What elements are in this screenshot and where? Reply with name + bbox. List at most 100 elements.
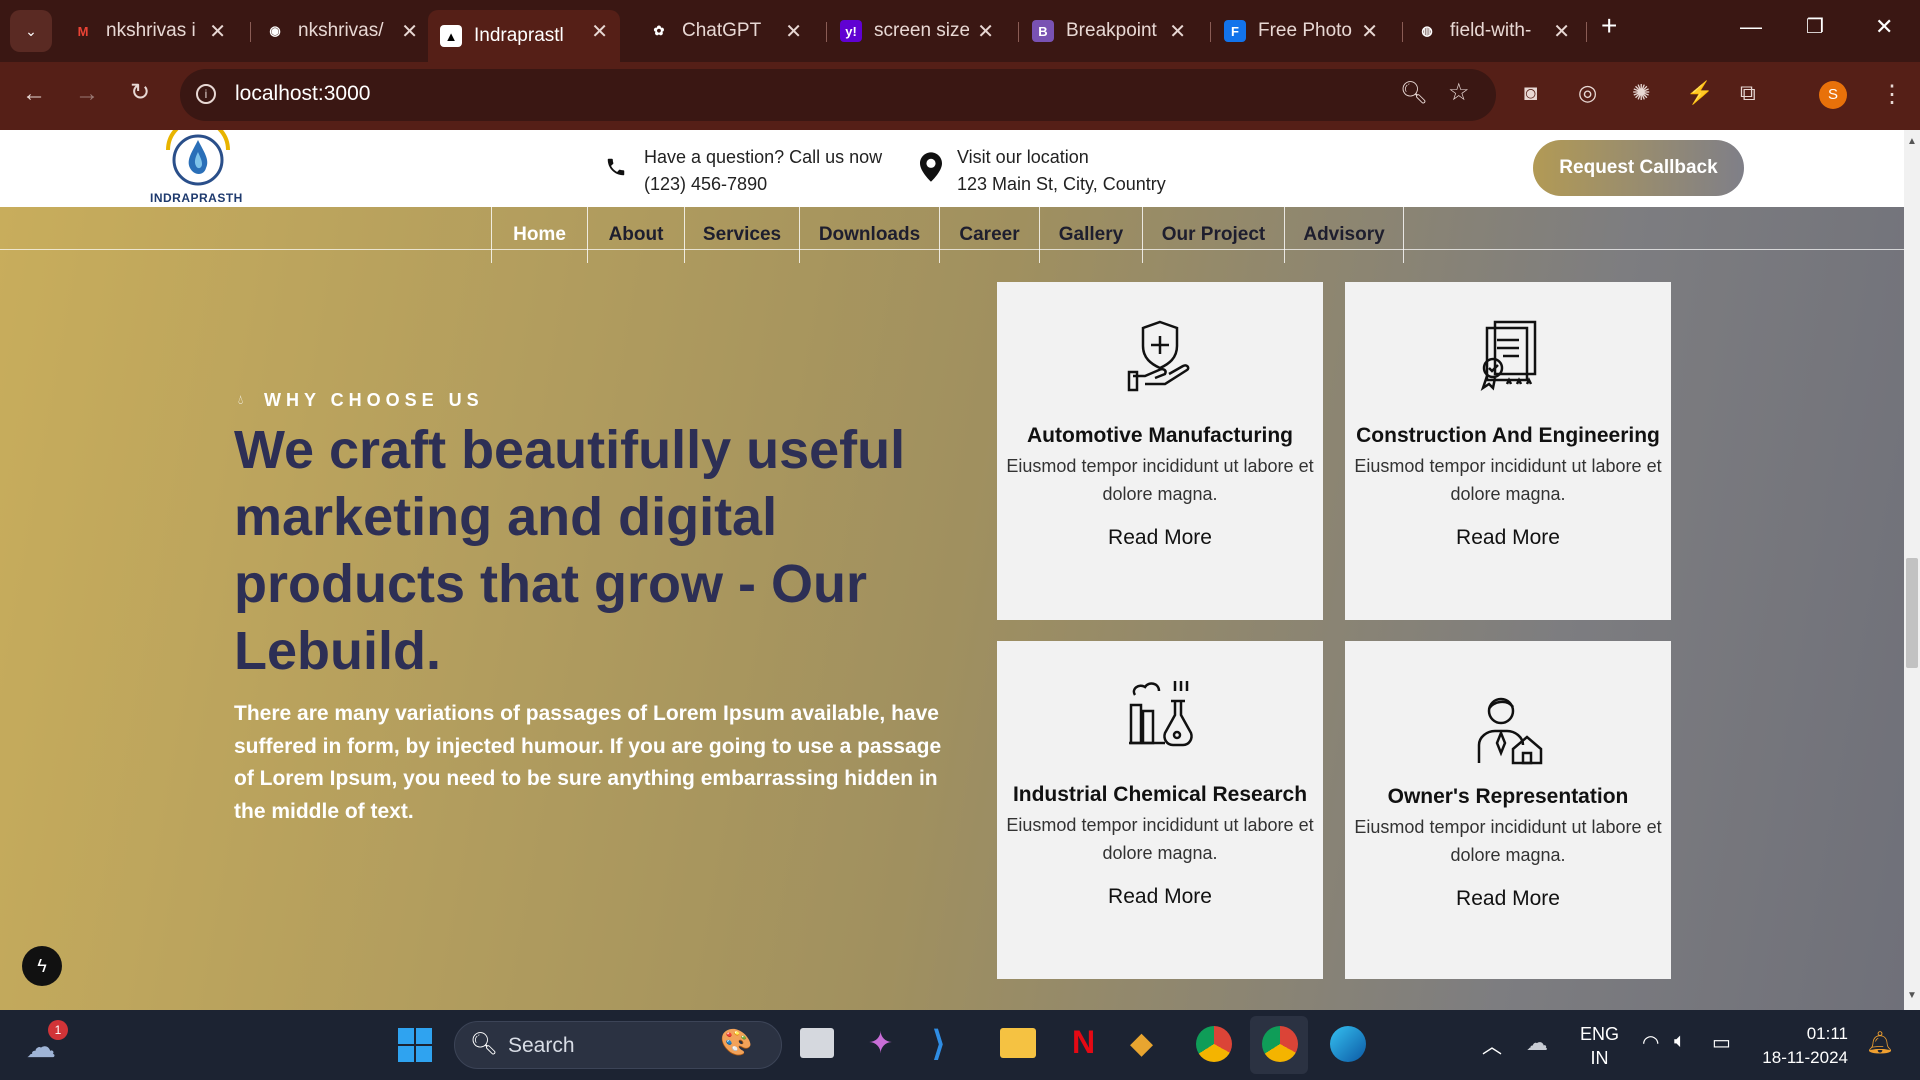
tab-title: Breakpoint (1066, 20, 1157, 41)
browser-tab[interactable]: ▲ Indraprastl ✕ (428, 10, 620, 62)
lightning-fab-icon[interactable]: ϟ (22, 946, 62, 986)
page-scrollbar[interactable]: ▲ ▼ (1904, 130, 1920, 1010)
close-tab-icon[interactable]: ✕ (209, 19, 226, 44)
clock-time: 01:11 (1806, 1024, 1848, 1043)
service-card[interactable]: Owner's Representation Eiusmod tempor in… (1345, 641, 1671, 979)
close-tab-icon[interactable]: ✕ (977, 19, 994, 44)
site-info-icon[interactable]: i (196, 84, 216, 104)
card-title: Industrial Chemical Research (1012, 783, 1308, 806)
file-explorer-icon[interactable] (1000, 1028, 1036, 1058)
nav-services[interactable]: Services (684, 207, 799, 263)
search-highlight-icon: 🎨 (720, 1027, 753, 1057)
scrollbar-thumb[interactable] (1906, 558, 1918, 668)
browser-tab[interactable]: ◉ nkshrivas/ ✕ (252, 10, 430, 52)
chatgpt-icon: ✿ (653, 23, 665, 38)
tab-title: Free Photo (1258, 20, 1352, 41)
request-callback-button[interactable]: Request Callback (1533, 140, 1744, 196)
onedrive-icon[interactable]: ☁ (1526, 1030, 1548, 1056)
service-card[interactable]: Automotive Manufacturing Eiusmod tempor … (997, 282, 1323, 620)
phone-icon (605, 156, 627, 184)
task-view-icon[interactable] (800, 1028, 834, 1058)
tab-title: nkshrivas/ (298, 20, 384, 41)
close-tab-icon[interactable]: ✕ (1553, 19, 1570, 44)
close-tab-icon[interactable]: ✕ (1361, 19, 1378, 44)
certificate-icon (1345, 318, 1671, 398)
nav-home[interactable]: Home (491, 207, 587, 263)
freepik-icon: F (1224, 20, 1246, 42)
clock[interactable]: 01:11 18-11-2024 (1760, 1022, 1848, 1070)
target-extension-icon[interactable]: ◎ (1578, 80, 1597, 106)
tray-chevron-icon[interactable]: ︿ (1482, 1030, 1502, 1059)
cookie-extension-icon[interactable]: ✺ (1632, 80, 1650, 106)
read-more-link[interactable]: Read More (997, 885, 1323, 909)
forward-button[interactable]: → (75, 80, 99, 108)
restore-button[interactable]: ❐ (1806, 14, 1824, 39)
netflix-icon[interactable]: N (1072, 1024, 1095, 1061)
reload-button[interactable]: ↻ (130, 78, 150, 107)
edge-icon[interactable] (1330, 1026, 1366, 1062)
minimize-button[interactable]: — (1740, 14, 1762, 40)
chrome-icon[interactable] (1196, 1026, 1232, 1062)
read-more-link[interactable]: Read More (997, 526, 1323, 550)
github-icon: ◉ (269, 23, 281, 38)
new-tab-button[interactable]: + (1601, 10, 1617, 42)
extensions-puzzle-icon[interactable]: ⧉ (1740, 80, 1756, 106)
browser-tab[interactable]: F Free Photo ✕ (1212, 10, 1390, 52)
wifi-icon[interactable]: ◠ (1642, 1030, 1659, 1055)
close-window-button[interactable]: ✕ (1875, 14, 1893, 40)
copilot-icon[interactable]: ✦ (868, 1026, 893, 1061)
nav-downloads[interactable]: Downloads (799, 207, 939, 263)
browser-tab[interactable]: ◍ field-with- ✕ (1404, 10, 1582, 52)
battery-icon[interactable]: ▭ (1712, 1030, 1731, 1055)
notification-bell-icon[interactable]: 🔔︎ (1866, 1030, 1894, 1056)
vercel-icon: ▲ (440, 25, 462, 47)
read-more-link[interactable]: Read More (1345, 887, 1671, 911)
close-tab-icon[interactable]: ✕ (1169, 19, 1186, 44)
phone-number[interactable]: (123) 456-7890 (644, 171, 882, 198)
browser-tab[interactable]: ✿ ChatGPT ✕ (636, 10, 814, 52)
volume-icon[interactable]: 🔈︎ (1674, 1030, 1686, 1053)
camera-extension-icon[interactable]: ◙ (1524, 80, 1537, 106)
location-address: 123 Main St, City, Country (957, 174, 1166, 194)
lightning-extension-icon[interactable]: ⚡ (1686, 80, 1713, 106)
nav-our-project[interactable]: Our Project (1142, 207, 1284, 263)
card-text: Eiusmod tempor incididunt ut labore et d… (1006, 456, 1314, 504)
read-more-link[interactable]: Read More (1345, 526, 1671, 550)
nav-career[interactable]: Career (939, 207, 1039, 263)
nav-advisory[interactable]: Advisory (1284, 207, 1404, 263)
back-button[interactable]: ← (22, 80, 46, 108)
service-card[interactable]: Construction And Engineering Eiusmod tem… (1345, 282, 1671, 620)
browser-tab[interactable]: y! screen size ✕ (828, 10, 1006, 52)
close-tab-icon[interactable]: ✕ (785, 19, 802, 44)
windows-start-icon[interactable] (398, 1028, 432, 1067)
scroll-up-arrow-icon[interactable]: ▲ (1907, 136, 1917, 147)
logo-icon[interactable] (164, 130, 232, 188)
service-card[interactable]: Industrial Chemical Research Eiusmod tem… (997, 641, 1323, 979)
language-indicator[interactable]: ENG IN (1580, 1022, 1619, 1070)
hero-heading: We craft beautifully useful marketing an… (234, 420, 906, 681)
tab-title: Indraprastl (474, 25, 564, 46)
card-text: Eiusmod tempor incididunt ut labore et d… (1006, 815, 1314, 863)
vscode-icon[interactable]: ⟩ (932, 1024, 945, 1064)
browser-menu-icon[interactable]: ⋮ (1880, 80, 1904, 109)
url-text[interactable]: localhost:3000 (235, 82, 370, 106)
eyebrow-text: WHY CHOOSE US (264, 390, 484, 410)
nav-about[interactable]: About (587, 207, 684, 263)
close-tab-icon[interactable]: ✕ (591, 19, 608, 44)
tab-search-button[interactable]: ⌄ (10, 10, 52, 52)
close-tab-icon[interactable]: ✕ (401, 19, 418, 44)
nav-gallery[interactable]: Gallery (1039, 207, 1142, 263)
clock-date: 18-11-2024 (1762, 1048, 1848, 1067)
lang-primary: ENG (1580, 1024, 1620, 1044)
browser-tab[interactable]: Mnkshrivas i ✕ (60, 10, 238, 52)
tab-separator (1210, 22, 1211, 42)
chrome-profile-icon[interactable] (1262, 1026, 1298, 1062)
address-bar[interactable] (180, 69, 1496, 121)
bookmark-star-icon[interactable]: ☆ (1448, 78, 1470, 107)
location-label: Visit our location (957, 147, 1089, 167)
zoom-icon[interactable]: 🔍︎ (1400, 80, 1428, 106)
browser-tab[interactable]: B Breakpoint ✕ (1020, 10, 1198, 52)
profile-avatar[interactable]: S (1819, 81, 1847, 109)
scroll-down-arrow-icon[interactable]: ▼ (1907, 990, 1917, 1001)
git-client-icon[interactable]: ◆ (1130, 1026, 1153, 1061)
